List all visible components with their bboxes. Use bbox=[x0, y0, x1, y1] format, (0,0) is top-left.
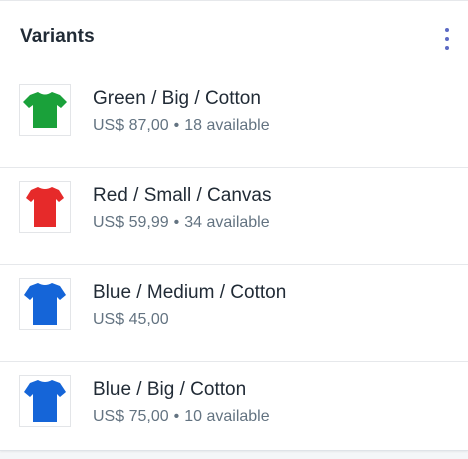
card-header: Variants bbox=[0, 1, 468, 71]
variant-title: Blue / Big / Cotton bbox=[93, 379, 247, 400]
variant-price: US$ 59,99 bbox=[93, 214, 169, 231]
variant-row-red-small-canvas[interactable]: Red / Small / Canvas US$ 59,99 • 34 availa… bbox=[0, 168, 468, 265]
variant-thumbnail bbox=[19, 375, 71, 427]
variant-title: Blue / Medium / Cotton bbox=[93, 282, 287, 303]
variant-price: US$ 75,00 bbox=[93, 408, 169, 425]
tshirt-icon bbox=[23, 92, 67, 128]
variant-details: US$ 75,00 • 10 available bbox=[93, 408, 270, 426]
variant-details: US$ 87,00 • 18 available bbox=[93, 117, 270, 135]
variant-row-blue-medium-cotton[interactable]: Blue / Medium / Cotton US$ 45,00 bbox=[0, 265, 468, 362]
tshirt-icon bbox=[24, 283, 66, 325]
variant-thumbnail bbox=[19, 84, 71, 136]
variant-thumbnail bbox=[19, 278, 71, 330]
separator-dot: • bbox=[173, 408, 180, 425]
variant-title: Green / Big / Cotton bbox=[93, 88, 261, 109]
variants-card: Variants Green / Big / Cotton US$ 87,00 •… bbox=[0, 0, 468, 451]
variant-price: US$ 45,00 bbox=[93, 311, 169, 328]
variant-title: Red / Small / Canvas bbox=[93, 185, 272, 206]
more-options-button[interactable] bbox=[438, 25, 456, 53]
variant-availability: 18 available bbox=[184, 117, 270, 134]
more-vertical-icon bbox=[445, 28, 449, 32]
variant-details: US$ 45,00 bbox=[93, 311, 169, 329]
variant-row-blue-big-cotton[interactable]: Blue / Big / Cotton US$ 75,00 • 10 availab… bbox=[0, 362, 468, 459]
card-title: Variants bbox=[20, 26, 95, 47]
separator-dot: • bbox=[173, 214, 180, 231]
tshirt-icon bbox=[24, 380, 66, 422]
variant-thumbnail bbox=[19, 181, 71, 233]
variant-row-green-big-cotton[interactable]: Green / Big / Cotton US$ 87,00 • 18 availa… bbox=[0, 71, 468, 168]
variant-price: US$ 87,00 bbox=[93, 117, 169, 134]
variant-list: Green / Big / Cotton US$ 87,00 • 18 availa… bbox=[0, 71, 468, 459]
variant-details: US$ 59,99 • 34 available bbox=[93, 214, 270, 232]
variant-availability: 34 available bbox=[184, 214, 270, 231]
variant-availability: 10 available bbox=[184, 408, 270, 425]
separator-dot: • bbox=[173, 117, 180, 134]
tshirt-icon bbox=[26, 187, 64, 227]
